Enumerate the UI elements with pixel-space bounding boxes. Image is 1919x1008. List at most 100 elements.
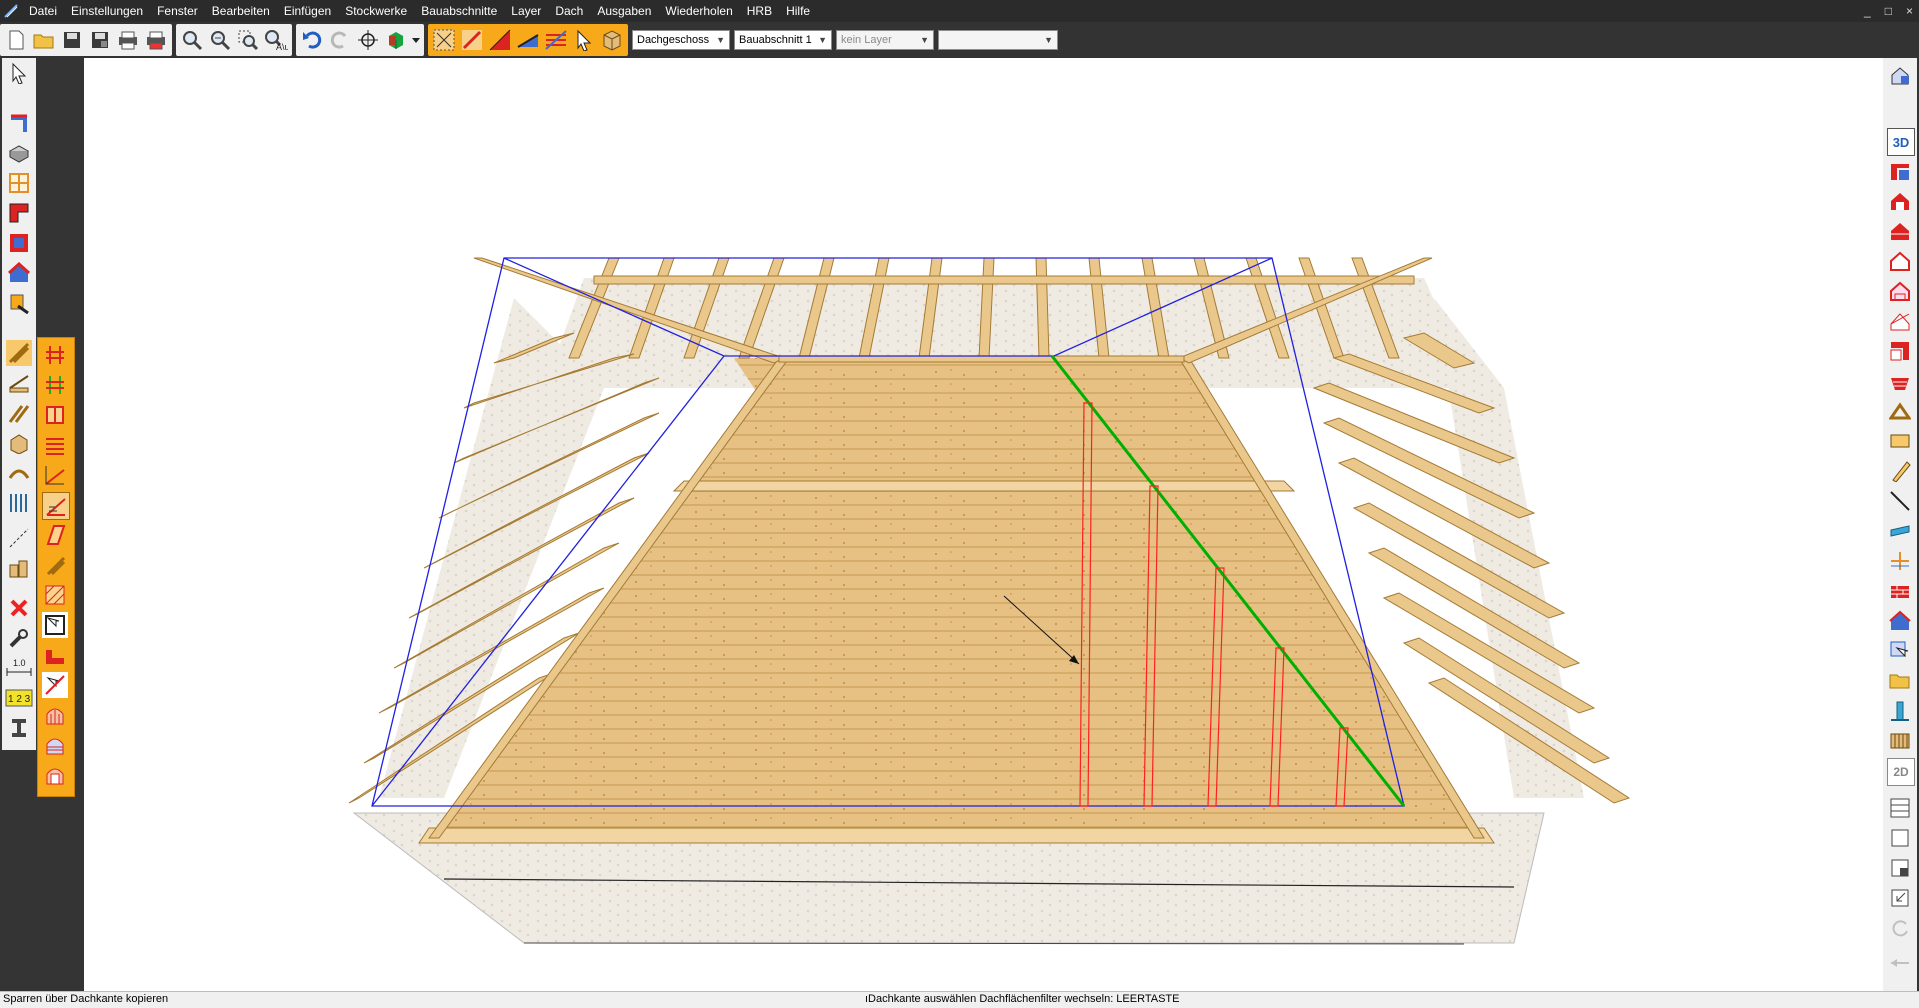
slab-icon[interactable] (6, 140, 32, 166)
dashed-line-icon[interactable] (6, 525, 32, 551)
restore-window-icon[interactable] (1887, 855, 1913, 881)
layer-select[interactable]: kein Layer ▼ (836, 30, 934, 50)
menu-fenster[interactable]: Fenster (150, 0, 205, 22)
new-file-icon[interactable] (3, 26, 29, 54)
crosshair-icon[interactable] (355, 26, 381, 54)
app-logo-icon[interactable] (0, 0, 22, 22)
dimension-icon[interactable]: 1.0 (4, 655, 34, 681)
steel-beam-icon[interactable] (1887, 518, 1913, 544)
floor-select[interactable]: Dachgeschoss ▼ (632, 30, 730, 50)
move-tool-icon[interactable] (1887, 638, 1913, 664)
menu-bearbeiten[interactable]: Bearbeiten (205, 0, 277, 22)
save-as-icon[interactable] (87, 26, 113, 54)
brick-wall-icon[interactable] (1887, 578, 1913, 604)
rafter-select-2-icon[interactable] (42, 672, 68, 698)
menu-ausgaben[interactable]: Ausgaben (590, 0, 658, 22)
section-select[interactable]: Bauabschnitt 1 ▼ (734, 30, 832, 50)
folder-open-icon[interactable] (1887, 668, 1913, 694)
tool-wrench-icon[interactable] (6, 625, 32, 651)
3d-cube-icon[interactable] (383, 26, 409, 54)
wall-icon[interactable] (6, 110, 32, 136)
blank-page-icon[interactable] (1887, 825, 1913, 851)
frame-icon[interactable] (6, 230, 32, 256)
rafter-cut-icon[interactable] (42, 552, 68, 578)
zoom-window-icon[interactable] (235, 26, 261, 54)
menu-einstellungen[interactable]: Einstellungen (64, 0, 150, 22)
menu-einf-gen[interactable]: Einfügen (277, 0, 338, 22)
rafter-skew-icon[interactable] (42, 522, 68, 548)
timber-pieces-icon[interactable] (6, 555, 32, 581)
brace-icon[interactable] (6, 400, 32, 426)
view-2d-button[interactable]: 2D (1887, 758, 1915, 786)
house-3d-icon[interactable] (1887, 62, 1913, 88)
view-3d-button[interactable]: 3D (1887, 128, 1915, 156)
roof-3d-box-icon[interactable] (599, 26, 625, 54)
arch-icon[interactable] (6, 460, 32, 486)
select-cursor-icon[interactable] (571, 26, 597, 54)
rafter-hatch-icon[interactable] (42, 582, 68, 608)
open-folder-icon[interactable] (31, 26, 57, 54)
house-icon[interactable] (6, 260, 32, 286)
rafter-pair-icon[interactable] (42, 342, 68, 368)
menu-bauabschnitte[interactable]: Bauabschnitte (414, 0, 504, 22)
extra-select[interactable]: ▼ (938, 30, 1058, 50)
column-icon[interactable] (1887, 698, 1913, 724)
numbering-icon[interactable]: 1 2 3 (4, 685, 34, 711)
zoom-out-icon[interactable] (207, 26, 233, 54)
save-icon[interactable] (59, 26, 85, 54)
profile-icon[interactable] (6, 715, 32, 741)
arched-frame-icon[interactable] (42, 762, 68, 788)
roof-outline-icon[interactable] (1887, 308, 1913, 334)
list-icon[interactable] (1887, 795, 1913, 821)
house-blue-icon[interactable] (1887, 608, 1913, 634)
chevron-down-icon[interactable] (411, 26, 421, 54)
menu-hrb[interactable]: HRB (740, 0, 779, 22)
beam-icon[interactable] (6, 430, 32, 456)
menu-layer[interactable]: Layer (504, 0, 548, 22)
beam-diagonal-icon[interactable] (1887, 458, 1913, 484)
menu-dach[interactable]: Dach (548, 0, 590, 22)
zoom-all-icon[interactable]: A\u03A9 (263, 26, 289, 54)
drawing-canvas[interactable] (84, 58, 1883, 991)
axis-icon[interactable] (1887, 548, 1913, 574)
house-outline-2-icon[interactable] (1887, 278, 1913, 304)
rafter-angle-icon[interactable] (42, 462, 68, 488)
rafter-icon[interactable] (6, 340, 32, 366)
house-red-icon[interactable] (1887, 188, 1913, 214)
rafter-corner-icon[interactable] (42, 642, 68, 668)
corner-red-icon[interactable] (1887, 338, 1913, 364)
menu-wiederholen[interactable]: Wiederholen (658, 0, 739, 22)
house-red-2-icon[interactable] (1887, 218, 1913, 244)
arched-window-icon[interactable] (42, 702, 68, 728)
menu-stockwerke[interactable]: Stockwerke (338, 0, 414, 22)
roof-area-icon[interactable] (487, 26, 513, 54)
copy-rafter-edge-icon[interactable] (42, 492, 70, 520)
eraser-icon[interactable] (6, 290, 32, 316)
studs-icon[interactable] (6, 490, 32, 516)
zoom-in-icon[interactable] (179, 26, 205, 54)
menu-hilfe[interactable]: Hilfe (779, 0, 817, 22)
menu-datei[interactable]: Datei (22, 0, 64, 22)
roof-3d-view[interactable] (84, 58, 1883, 991)
delete-icon[interactable] (6, 595, 32, 621)
print-icon[interactable] (115, 26, 141, 54)
restore-button[interactable]: □ (1885, 4, 1892, 18)
rafter-grid-icon[interactable] (431, 26, 457, 54)
stair-icon[interactable] (1887, 368, 1913, 394)
roof-lines-icon[interactable] (543, 26, 569, 54)
truss-icon[interactable] (1887, 398, 1913, 424)
pointer-icon[interactable] (6, 60, 32, 86)
shrink-icon[interactable] (1887, 885, 1913, 911)
purlin-icon[interactable] (6, 370, 32, 396)
rafter-select-icon[interactable] (42, 612, 68, 638)
print-preview-icon[interactable] (143, 26, 169, 54)
minimize-button[interactable]: _ (1864, 4, 1871, 18)
corner-wall-icon[interactable] (6, 200, 32, 226)
window-icon[interactable] (6, 170, 32, 196)
rafter-set-icon[interactable] (1887, 728, 1913, 754)
roof-edit-icon[interactable] (459, 26, 485, 54)
undo-icon[interactable] (299, 26, 325, 54)
board-icon[interactable] (1887, 428, 1913, 454)
rafter-frame-icon[interactable] (42, 402, 68, 428)
roof-slope-icon[interactable] (515, 26, 541, 54)
